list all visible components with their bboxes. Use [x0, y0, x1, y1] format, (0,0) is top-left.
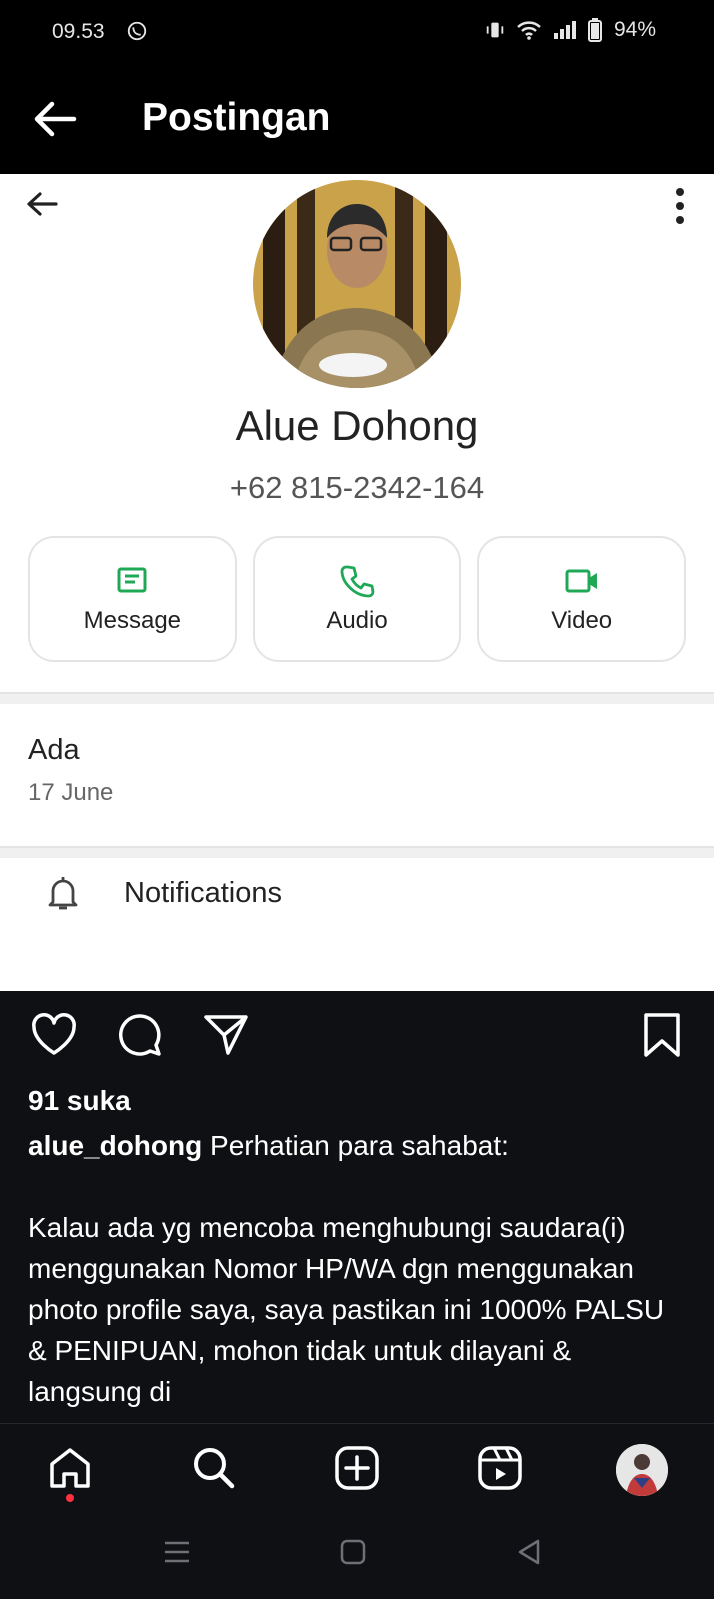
- system-navigation: [0, 1509, 714, 1599]
- back-triangle-icon[interactable]: [514, 1537, 544, 1567]
- signal-icon: [553, 21, 576, 39]
- phone-icon: [340, 565, 375, 598]
- battery-level: 94%: [613, 18, 656, 41]
- post-action-icons: [30, 1011, 250, 1059]
- message-button: Message: [28, 536, 237, 662]
- like-heart-icon[interactable]: [30, 1011, 78, 1059]
- video-icon: [565, 569, 597, 593]
- video-button: Video: [477, 536, 687, 662]
- contact-phone: +62 815-2342-164: [229, 470, 485, 505]
- post-section: 91 suka alue_dohong Perhatian para sahab…: [0, 991, 714, 1423]
- home-icon[interactable]: [46, 1444, 94, 1492]
- divider: [0, 846, 714, 858]
- caption-username[interactable]: alue_dohong: [28, 1130, 202, 1161]
- message-label: Message: [83, 607, 182, 634]
- back-arrow-icon: [27, 192, 58, 216]
- reels-icon[interactable]: [476, 1444, 524, 1492]
- audio-label: Audio: [326, 607, 388, 634]
- audio-button: Audio: [252, 536, 462, 662]
- app-header: Postingan: [0, 64, 714, 174]
- divider: [0, 692, 714, 704]
- whatsapp-icon: [126, 20, 148, 48]
- like-count[interactable]: 91 suka: [28, 1085, 131, 1117]
- video-label: Video: [551, 607, 613, 634]
- wifi-icon: [517, 21, 541, 40]
- contact-actions: Message Audio Video: [28, 536, 687, 662]
- status-bar: 09.53 94%: [0, 0, 714, 64]
- share-send-icon[interactable]: [202, 1011, 250, 1059]
- profile-avatar[interactable]: [616, 1444, 668, 1496]
- status-right-icons: 94%: [484, 18, 656, 42]
- bell-icon: [48, 877, 78, 910]
- page-title: Postingan: [142, 96, 331, 139]
- home-notification-dot: [66, 1494, 74, 1502]
- more-options-icon: [676, 188, 684, 224]
- home-square-icon[interactable]: [338, 1537, 368, 1567]
- contact-avatar: [253, 180, 461, 388]
- create-icon[interactable]: [333, 1444, 381, 1492]
- status-time: 09.53: [52, 20, 105, 43]
- bookmark-icon[interactable]: [640, 1011, 684, 1059]
- bottom-navigation: [0, 1423, 714, 1509]
- back-arrow-icon[interactable]: [30, 94, 80, 144]
- about-section: Ada 17 June: [28, 734, 113, 807]
- contact-name: Alue Dohong: [235, 402, 479, 449]
- post-image-contact-card[interactable]: Alue Dohong +62 815-2342-164 Message Aud…: [0, 174, 714, 991]
- notifications-row: Notifications: [46, 874, 282, 912]
- caption-body: Kalau ada yg mencoba menghubungi saudara…: [28, 1212, 665, 1407]
- notifications-label: Notifications: [124, 876, 282, 909]
- caption-first-line: Perhatian para sahabat:: [202, 1130, 509, 1161]
- comment-icon[interactable]: [116, 1011, 164, 1059]
- recents-icon[interactable]: [162, 1537, 192, 1567]
- search-icon[interactable]: [190, 1444, 238, 1492]
- battery-icon: [587, 18, 602, 42]
- message-icon: [117, 567, 147, 593]
- about-date: 17 June: [28, 779, 114, 806]
- vibrate-icon: [486, 22, 504, 38]
- post-caption: alue_dohong Perhatian para sahabat: Kala…: [28, 1125, 688, 1412]
- about-status: Ada: [28, 734, 80, 766]
